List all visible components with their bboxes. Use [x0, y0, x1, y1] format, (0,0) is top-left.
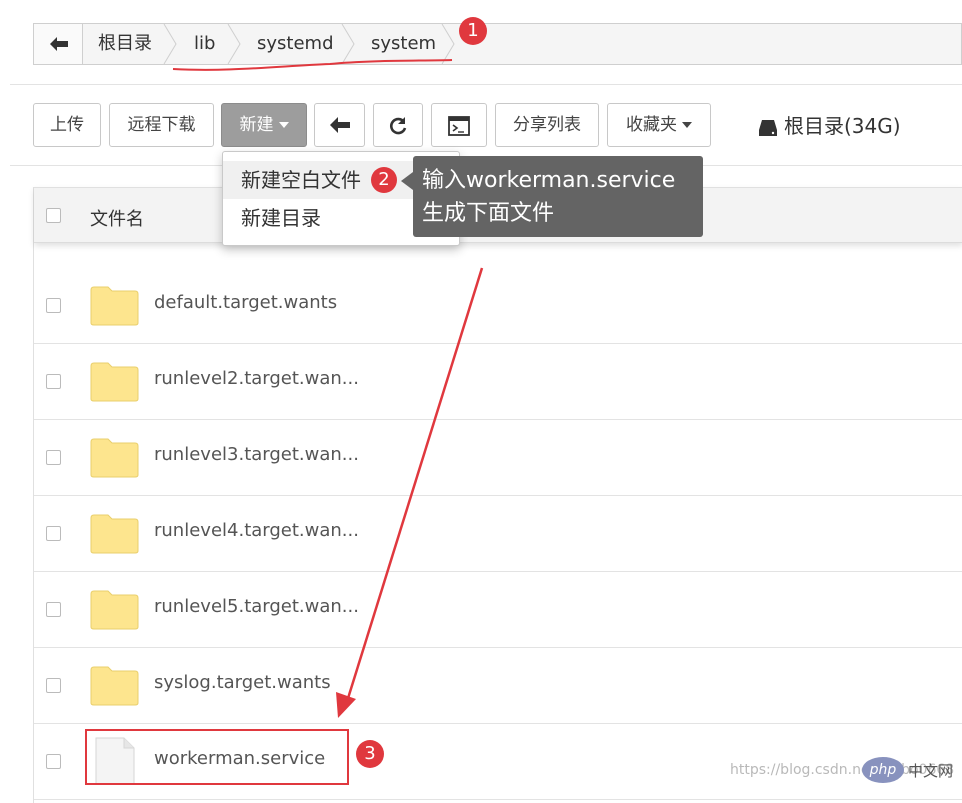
annotation-badge: 2 — [371, 167, 397, 193]
watermark-logo: php — [862, 757, 904, 783]
watermark-logo-text: 中文网 — [908, 762, 954, 780]
annotation-badge: 3 — [356, 740, 384, 768]
annotation-badge: 1 — [459, 17, 487, 45]
annotation-arrow — [343, 267, 484, 709]
annotation-underline — [172, 59, 453, 71]
annotation-arrowhead — [336, 692, 356, 718]
annotation-highlight-box — [85, 729, 349, 785]
annotation-overlay — [172, 59, 484, 718]
